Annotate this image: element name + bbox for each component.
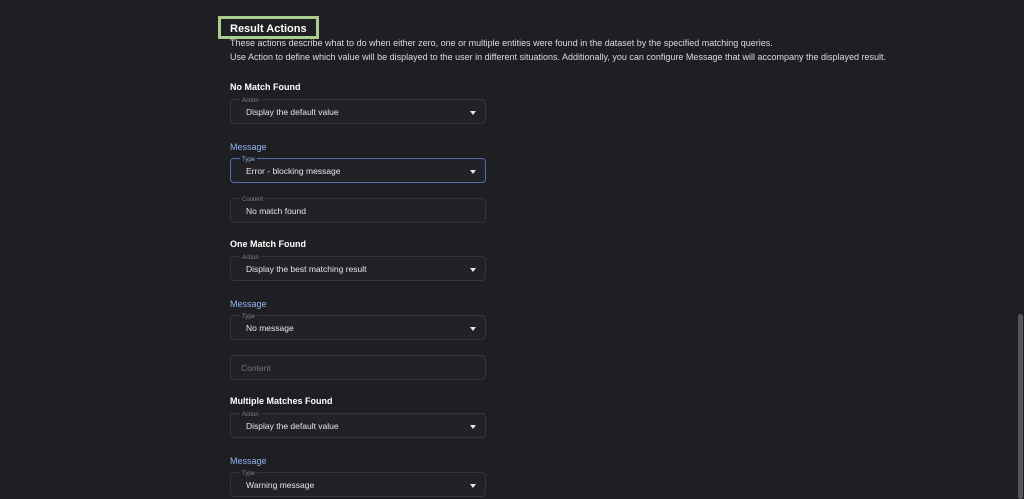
- field-label: Type: [240, 157, 258, 164]
- field-label: Action: [240, 255, 261, 262]
- field-label: Content: [240, 197, 266, 204]
- one-match-message-type-select[interactable]: Type No message: [230, 314, 486, 340]
- caret-down-icon: [470, 268, 476, 272]
- no-match-heading: No Match Found: [230, 82, 301, 92]
- input-placeholder: Content: [241, 363, 271, 373]
- description-line-1: These actions describe what to do when e…: [230, 38, 773, 48]
- one-match-heading: One Match Found: [230, 239, 306, 249]
- caret-down-icon: [470, 170, 476, 174]
- input-value: No match found: [246, 206, 307, 216]
- selected-value: Error - blocking message: [246, 166, 341, 176]
- one-match-message-heading: Message: [230, 299, 267, 309]
- section-title-text: Result Actions: [230, 23, 307, 35]
- selected-value: Display the default value: [246, 107, 339, 117]
- selected-value: No message: [246, 323, 294, 333]
- caret-down-icon: [470, 111, 476, 115]
- no-match-message-type-select[interactable]: Type Error - blocking message: [230, 157, 486, 183]
- field-label: Type: [240, 314, 258, 321]
- selected-value: Warning message: [246, 480, 315, 490]
- no-match-content-input[interactable]: Content No match found: [230, 197, 486, 223]
- multiple-matches-action-select[interactable]: Action Display the default value: [230, 412, 486, 438]
- scrollbar-thumb[interactable]: [1018, 314, 1023, 499]
- field-label: Action: [240, 412, 261, 419]
- caret-down-icon: [470, 425, 476, 429]
- section-title: Result Actions: [218, 16, 319, 39]
- field-label: Type: [240, 471, 258, 478]
- caret-down-icon: [470, 327, 476, 331]
- selected-value: Display the best matching result: [246, 264, 367, 274]
- caret-down-icon: [470, 484, 476, 488]
- scrollbar-track[interactable]: [1016, 0, 1024, 499]
- one-match-action-select[interactable]: Action Display the best matching result: [230, 255, 486, 281]
- selected-value: Display the default value: [246, 421, 339, 431]
- no-match-action-select[interactable]: Action Display the default value: [230, 98, 486, 124]
- multiple-matches-message-heading: Message: [230, 456, 267, 466]
- multiple-matches-message-type-select[interactable]: Type Warning message: [230, 471, 486, 497]
- no-match-message-heading: Message: [230, 142, 267, 152]
- field-label: Action: [240, 98, 261, 105]
- multiple-matches-heading: Multiple Matches Found: [230, 396, 333, 406]
- one-match-content-input[interactable]: Content: [230, 355, 486, 380]
- description-line-2: Use Action to define which value will be…: [230, 52, 887, 62]
- result-actions-page: Result Actions These actions describe wh…: [0, 0, 1024, 499]
